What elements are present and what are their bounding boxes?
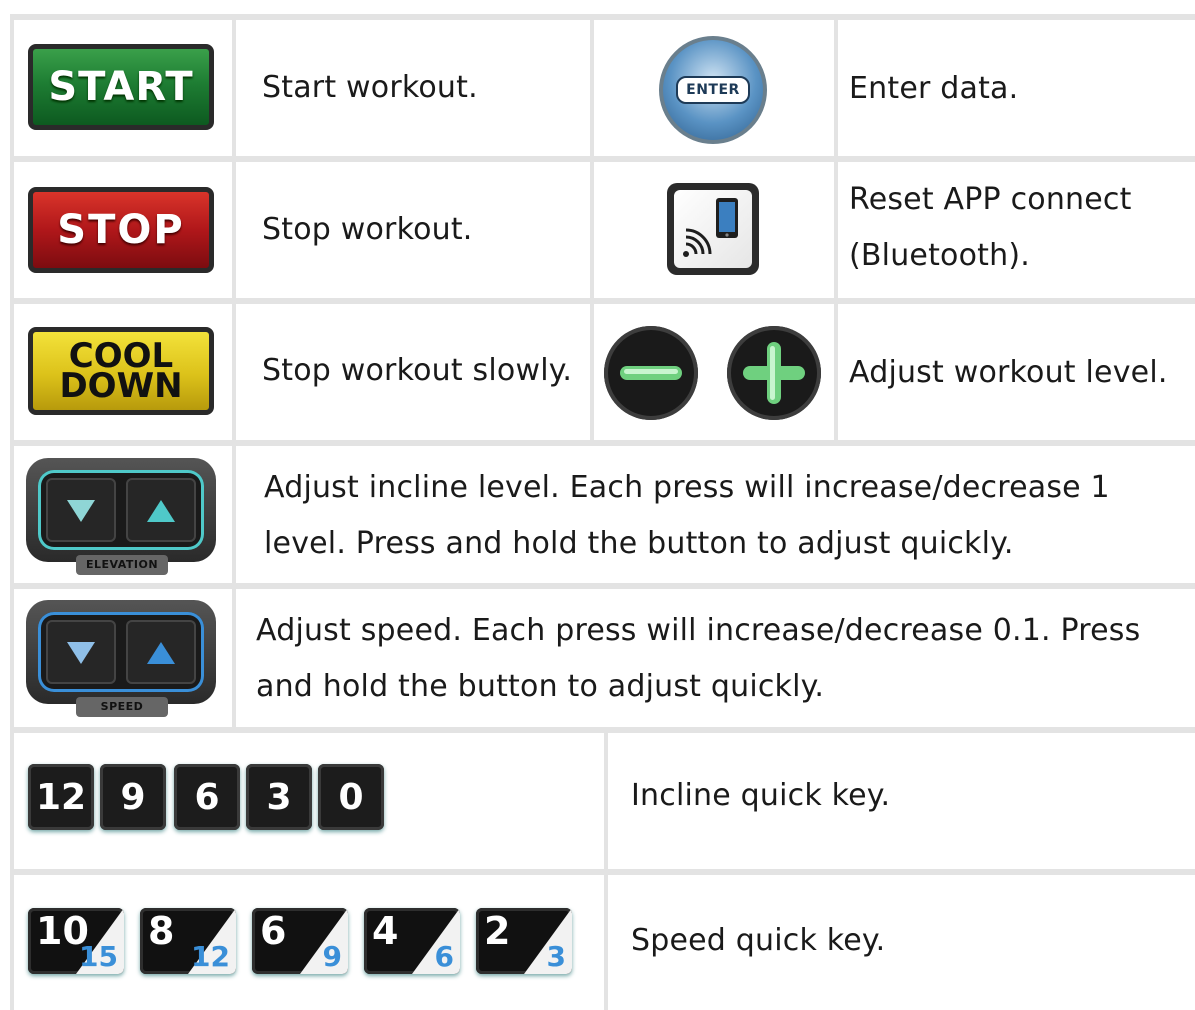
- plus-key[interactable]: [727, 326, 821, 420]
- enter-key[interactable]: ENTER: [659, 36, 767, 144]
- cool-down-key-label-line2: DOWN: [59, 366, 183, 406]
- speed-quick-key-top: 6: [260, 909, 287, 953]
- speed-description-line1: Adjust speed. Each press will increase/d…: [256, 613, 1141, 648]
- speed-quick-key[interactable]: 2 3: [476, 908, 572, 974]
- triangle-down-icon: [67, 500, 95, 522]
- stop-key-label: STOP: [57, 207, 185, 253]
- cool-down-description: Stop workout slowly.: [262, 353, 573, 388]
- minus-icon: [620, 366, 682, 380]
- grid-line: [10, 14, 14, 1010]
- plus-icon: [743, 342, 805, 404]
- minus-key[interactable]: [604, 326, 698, 420]
- speed-rocker-face: [38, 612, 204, 692]
- speed-quick-key-top: 2: [484, 909, 511, 953]
- start-key-label: START: [48, 64, 194, 110]
- incline-quick-key[interactable]: 0: [318, 764, 384, 830]
- start-description: Start workout.: [262, 70, 478, 105]
- start-key[interactable]: START: [28, 44, 214, 130]
- incline-quick-key[interactable]: 3: [246, 764, 312, 830]
- bluetooth-description-line2: (Bluetooth).: [849, 238, 1030, 273]
- incline-quick-key[interactable]: 12: [28, 764, 94, 830]
- elevation-down-button[interactable]: [46, 478, 116, 542]
- elevation-rocker[interactable]: ELEVATION: [26, 458, 218, 576]
- enter-description: Enter data.: [849, 71, 1019, 106]
- stop-key[interactable]: STOP: [28, 187, 214, 273]
- grid-line: [232, 14, 236, 730]
- elevation-description-line2: level. Press and hold the button to adju…: [264, 526, 1014, 561]
- enter-key-label: ENTER: [676, 76, 750, 104]
- phone-bluetooth-icon: [674, 190, 752, 268]
- grid-line: [12, 440, 1195, 446]
- speed-quick-key-bottom: 9: [322, 940, 342, 973]
- speed-quick-key-top: 4: [372, 909, 399, 953]
- speed-quick-description: Speed quick key.: [631, 923, 886, 958]
- control-key-table: START Start workout. ENTER Enter data. S…: [0, 0, 1195, 1010]
- grid-line: [604, 730, 608, 1010]
- incline-quick-key[interactable]: 9: [100, 764, 166, 830]
- speed-quick-key[interactable]: 10 15: [28, 908, 124, 974]
- level-description: Adjust workout level.: [849, 355, 1168, 390]
- speed-quick-key-top: 8: [148, 909, 175, 953]
- incline-quick-key[interactable]: 6: [174, 764, 240, 830]
- speed-quick-key-bottom: 3: [546, 940, 566, 973]
- elevation-description-line1: Adjust incline level. Each press will in…: [264, 470, 1110, 505]
- grid-line: [12, 14, 1195, 20]
- elevation-rocker-face: [38, 470, 204, 550]
- triangle-down-icon: [67, 642, 95, 664]
- grid-line: [834, 14, 838, 443]
- bluetooth-description-line1: Reset APP connect: [849, 182, 1132, 217]
- cool-down-key[interactable]: COOL DOWN: [28, 327, 214, 415]
- grid-line: [590, 14, 594, 443]
- triangle-up-icon: [147, 500, 175, 522]
- elevation-tag: ELEVATION: [76, 555, 168, 575]
- speed-quick-key-bottom: 15: [79, 940, 118, 973]
- speed-quick-key[interactable]: 8 12: [140, 908, 236, 974]
- grid-line: [12, 156, 1195, 162]
- speed-quick-key[interactable]: 4 6: [364, 908, 460, 974]
- speed-quick-key[interactable]: 6 9: [252, 908, 348, 974]
- speed-down-button[interactable]: [46, 620, 116, 684]
- incline-quick-description: Incline quick key.: [631, 778, 891, 813]
- speed-up-button[interactable]: [126, 620, 196, 684]
- speed-rocker[interactable]: SPEED: [26, 600, 218, 718]
- stop-description: Stop workout.: [262, 212, 473, 247]
- speed-tag: SPEED: [76, 697, 168, 717]
- speed-quick-key-bottom: 12: [191, 940, 230, 973]
- speed-quick-key-bottom: 6: [434, 940, 454, 973]
- grid-line: [12, 583, 1195, 589]
- triangle-up-icon: [147, 642, 175, 664]
- grid-line: [12, 298, 1195, 304]
- elevation-up-button[interactable]: [126, 478, 196, 542]
- bluetooth-reset-key[interactable]: [667, 183, 759, 275]
- speed-description-line2: and hold the button to adjust quickly.: [256, 669, 825, 704]
